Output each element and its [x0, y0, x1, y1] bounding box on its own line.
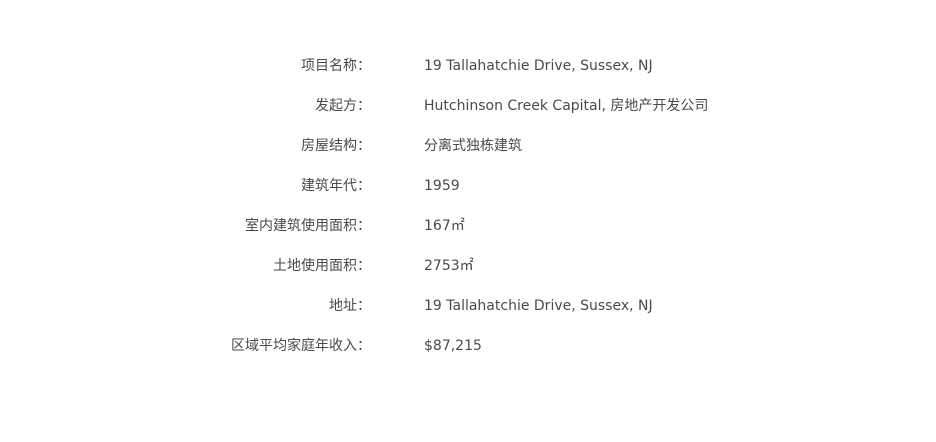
average-household-income-value: $87,215	[424, 338, 482, 354]
detail-row-build-year: 建筑年代： 1959	[0, 166, 936, 206]
sponsor-label: 发起方：	[315, 98, 371, 114]
detail-row-land-area: 土地使用面积： 2753㎡	[0, 246, 936, 286]
detail-row-project-name: 项目名称： 19 Tallahatchie Drive, Sussex, NJ	[0, 46, 936, 86]
property-details-list: 项目名称： 19 Tallahatchie Drive, Sussex, NJ …	[0, 46, 936, 366]
average-household-income-label: 区域平均家庭年收入：	[231, 338, 371, 354]
build-year-value: 1959	[424, 178, 460, 194]
detail-row-sponsor: 发起方： Hutchinson Creek Capital, 房地产开发公司	[0, 86, 936, 126]
address-label: 地址：	[329, 298, 371, 314]
project-name-label: 项目名称：	[301, 58, 371, 74]
building-structure-value: 分离式独栋建筑	[424, 138, 522, 154]
detail-row-building-structure: 房屋结构： 分离式独栋建筑	[0, 126, 936, 166]
detail-row-address: 地址： 19 Tallahatchie Drive, Sussex, NJ	[0, 286, 936, 326]
address-value: 19 Tallahatchie Drive, Sussex, NJ	[424, 298, 653, 314]
detail-row-interior-area: 室内建筑使用面积： 167㎡	[0, 206, 936, 246]
land-area-label: 土地使用面积：	[273, 258, 371, 274]
interior-area-label: 室内建筑使用面积：	[245, 218, 371, 234]
detail-row-average-household-income: 区域平均家庭年收入： $87,215	[0, 326, 936, 366]
sponsor-value: Hutchinson Creek Capital, 房地产开发公司	[424, 98, 709, 114]
land-area-value: 2753㎡	[424, 258, 474, 274]
building-structure-label: 房屋结构：	[301, 138, 371, 154]
project-name-value: 19 Tallahatchie Drive, Sussex, NJ	[424, 58, 653, 74]
build-year-label: 建筑年代：	[301, 178, 371, 194]
interior-area-value: 167㎡	[424, 218, 465, 234]
